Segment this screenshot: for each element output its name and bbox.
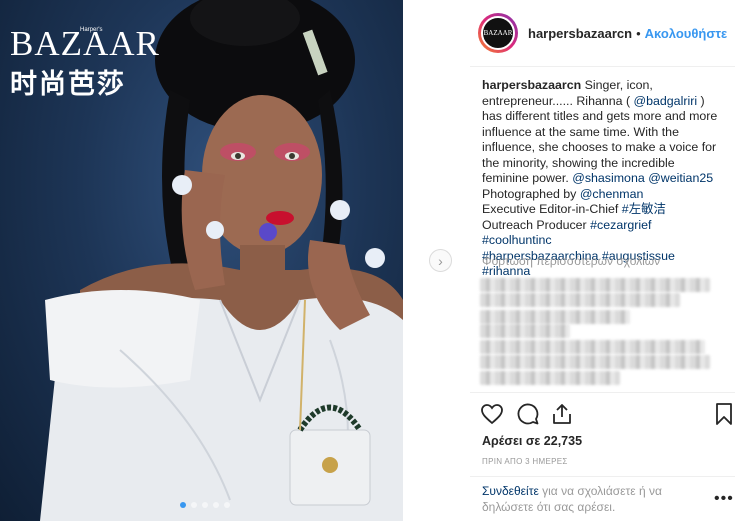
carousel-dot (180, 502, 186, 508)
divider (470, 476, 735, 477)
post-caption: harpersbazaarcn Singer, icon, entreprene… (482, 78, 722, 280)
divider (470, 392, 735, 393)
avatar-logo: BAZAAR (481, 16, 515, 50)
mention-link[interactable]: @chenman (580, 187, 644, 201)
header-username[interactable]: harpersbazaarcn (528, 26, 632, 41)
mention-link[interactable]: @weitian25 (648, 171, 713, 185)
blurred-comment (480, 293, 680, 307)
magazine-logo-small-text: Harper's (80, 27, 103, 33)
blurred-comment (480, 340, 705, 354)
carousel-dot (191, 502, 197, 508)
blurred-comment (480, 355, 710, 369)
follow-button[interactable]: Ακολουθήστε (645, 26, 728, 41)
magazine-logo: BAZAAR Harper's (10, 26, 160, 61)
carousel-indicator (180, 502, 230, 508)
login-link[interactable]: Συνδεθείτε (482, 484, 539, 498)
carousel-dot (213, 502, 219, 508)
caption-text: Photographed by (482, 186, 580, 201)
chevron-right-icon: › (438, 252, 443, 269)
post-actions (480, 402, 735, 430)
hashtag-link[interactable]: #cezargrief (590, 218, 651, 232)
post-image[interactable]: BAZAAR Harper's 时尚芭莎 (0, 0, 403, 521)
hashtag-link[interactable]: #coolhuntinc (482, 233, 552, 247)
mention-link[interactable]: @badgalriri (634, 94, 698, 108)
heart-icon[interactable] (480, 402, 504, 426)
carousel-dot (202, 502, 208, 508)
divider (470, 66, 735, 67)
share-icon[interactable] (550, 402, 574, 426)
post-timestamp[interactable]: ΠΡΙΝ ΑΠΟ 3 ΗΜΕΡΕΣ (482, 457, 568, 466)
login-prompt: Συνδεθείτε για να σχολιάσετε ή να δηλώσε… (482, 483, 692, 515)
caption-text: Outreach Producer (482, 217, 591, 232)
load-more-comments-link[interactable]: Φόρτωση περισσότερων σχολίων (482, 254, 660, 268)
avatar[interactable]: BAZAAR (478, 13, 518, 53)
magazine-logo-chinese: 时尚芭莎 (10, 69, 126, 100)
blurred-comment (480, 278, 710, 292)
blurred-comment (480, 371, 620, 385)
hashtag-link[interactable]: #左敏洁 (622, 202, 666, 216)
comment-icon[interactable] (516, 402, 540, 426)
mention-link[interactable]: @shasimona (572, 171, 645, 185)
post-header: BAZAAR harpersbazaarcn • Ακολουθήστε (470, 0, 735, 66)
next-slide-button[interactable]: › (429, 249, 452, 272)
likes-count[interactable]: Αρέσει σε 22,735 (482, 434, 582, 448)
carousel-dot (224, 502, 230, 508)
blurred-comment (480, 310, 630, 324)
caption-username[interactable]: harpersbazaarcn (482, 78, 581, 92)
caption-text: Executive Editor-in-Chief (482, 202, 622, 216)
header-separator: • (636, 25, 641, 41)
bookmark-icon[interactable] (712, 402, 735, 426)
more-options-button[interactable]: ••• (714, 490, 734, 508)
blurred-comment (480, 324, 570, 338)
